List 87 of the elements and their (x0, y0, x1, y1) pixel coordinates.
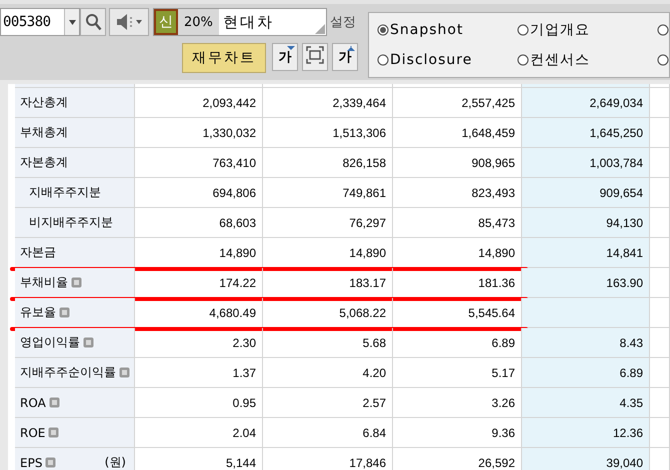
table-cell: 909,654 (522, 178, 650, 208)
table-cell: 2.57 (263, 388, 393, 418)
search-icon (84, 13, 102, 31)
view-option-radio[interactable] (657, 24, 669, 36)
table-cell (650, 328, 670, 358)
table-cell: 2,649,034 (522, 88, 650, 118)
table-cell: 1,513,306 (263, 118, 393, 148)
new-badge: 신 (154, 9, 178, 35)
table-cell: 1,003,784 (522, 148, 650, 178)
caret-icon (136, 20, 142, 24)
table-cell: 68,603 (135, 208, 263, 238)
table-cell: 163.90 (522, 268, 650, 298)
font-size-button[interactable]: 가 (272, 43, 298, 71)
table-cell: 14,841 (522, 238, 650, 268)
row-label: 지배주주지분 (29, 184, 101, 201)
resize-grip-icon (315, 24, 325, 34)
table-cell (650, 298, 670, 328)
caret-icon (347, 46, 355, 51)
radio-icon[interactable] (517, 24, 529, 36)
table-cell (650, 358, 670, 388)
financial-chart-button[interactable]: 재무차트 (182, 43, 266, 73)
view-option-radio[interactable]: Snapshot (377, 22, 517, 38)
row-label: ROE (20, 426, 46, 440)
fit-screen-icon (306, 46, 324, 64)
table-cell (650, 178, 670, 208)
table-cell: 5,144 (135, 448, 263, 470)
stock-code-field[interactable]: 005380 (0, 8, 80, 36)
table-cell: 39,040 (522, 448, 650, 470)
table-cell: 4.20 (263, 358, 393, 388)
table-cell: 2,339,464 (263, 88, 393, 118)
table-cell: 826,158 (263, 148, 393, 178)
table-cell (650, 88, 670, 118)
radio-icon[interactable] (377, 24, 389, 36)
row-label: 자본금 (20, 244, 56, 261)
table-cell: 94,130 (522, 208, 650, 238)
row-label: 유보율 (20, 304, 56, 321)
table-cell: 763,410 (135, 148, 263, 178)
stock-name-field[interactable]: 신 20% 현대차 (153, 8, 327, 36)
speaker-icon (116, 13, 133, 31)
table-cell (650, 418, 670, 448)
row-label: 자본총계 (20, 154, 68, 171)
table-cell (650, 388, 670, 418)
row-label: 영업이익률 (20, 334, 80, 351)
table-cell: 8.43 (522, 328, 650, 358)
radio-icon[interactable] (377, 54, 389, 66)
fit-screen-button[interactable] (302, 43, 328, 71)
row-label: 자산총계 (20, 94, 68, 111)
table-cell: 2,093,442 (135, 88, 263, 118)
view-option-radio[interactable] (657, 54, 669, 66)
table-cell: 694,806 (135, 178, 263, 208)
unit-label: (원) (104, 454, 127, 470)
table-cell (650, 118, 670, 148)
table-cell: 1.37 (135, 358, 263, 388)
table-cell: 6.84 (263, 418, 393, 448)
table-cell: 4.35 (522, 388, 650, 418)
row-label: 부채비율 (20, 274, 68, 291)
table-cell: 1,645,250 (522, 118, 650, 148)
table-cell: 12.36 (522, 418, 650, 448)
table-cell: 749,861 (263, 178, 393, 208)
table-cell: 17,846 (263, 448, 393, 470)
table-cell: 76,297 (263, 208, 393, 238)
row-label: ROA (20, 396, 46, 410)
speaker-button[interactable] (109, 8, 149, 36)
view-option-radio[interactable]: Disclosure (377, 52, 517, 68)
row-label: EPS (20, 456, 42, 470)
settings-label[interactable]: 설정 (330, 13, 356, 31)
table-cell: 2.30 (135, 328, 263, 358)
row-label: 비지배주주지분 (29, 214, 113, 231)
ratio-label: 20% (178, 9, 219, 35)
table-cell: 6.89 (522, 358, 650, 388)
table-cell (650, 148, 670, 178)
table-cell: 1,330,032 (135, 118, 263, 148)
row-label: 지배주주순이익률 (20, 364, 116, 381)
table-cell: 2.04 (135, 418, 263, 448)
caret-icon (68, 18, 76, 26)
view-option-radio[interactable]: 기업개요 (517, 21, 657, 39)
table-cell: 0.95 (135, 388, 263, 418)
caret-icon (287, 46, 295, 50)
view-option-radio[interactable]: 컨센서스 (517, 51, 657, 69)
font-size-button[interactable]: 가 (332, 43, 358, 71)
table-cell (650, 268, 670, 298)
search-button[interactable] (80, 8, 106, 36)
table-cell: 5.68 (263, 328, 393, 358)
table-cell (650, 208, 670, 238)
table-cell (650, 238, 670, 268)
row-label: 부채총계 (20, 124, 68, 141)
radio-icon[interactable] (517, 54, 529, 66)
